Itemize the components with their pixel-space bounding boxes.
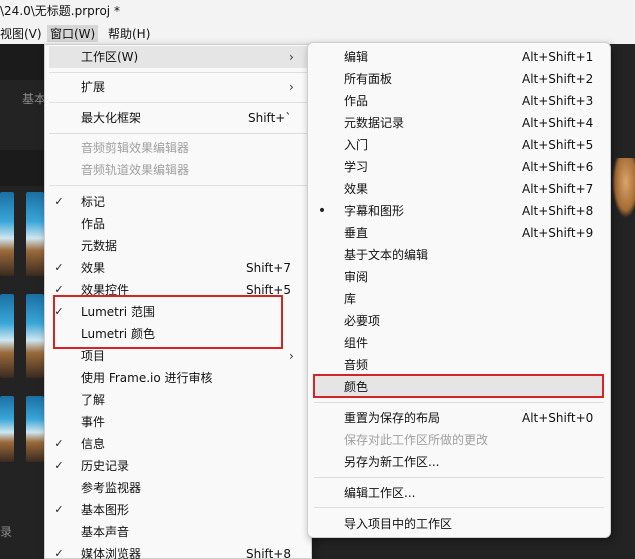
menu-item-essential-graphics[interactable]: ✓ 基本图形: [45, 499, 311, 521]
title-bar: \24.0\无标题.prproj *: [0, 0, 635, 22]
workspace-item-import-from-project[interactable]: 导入项目中的工作区: [308, 513, 610, 535]
separator: [314, 507, 604, 508]
workspace-item-essentials[interactable]: 必要项: [308, 310, 610, 332]
workspace-item-vertical[interactable]: 垂直 Alt+Shift+9: [308, 222, 610, 244]
chevron-right-icon: ›: [289, 349, 294, 363]
panel-divider: [0, 150, 44, 186]
menu-item-metadata[interactable]: 元数据: [45, 235, 311, 257]
menu-item-markers[interactable]: ✓ 标记: [45, 191, 311, 213]
clip-thumbnail[interactable]: [26, 294, 44, 378]
annotation-box-lumetri: [53, 295, 283, 349]
menu-item-frameio-review[interactable]: 使用 Frame.io 进行审核: [45, 367, 311, 389]
separator: [49, 102, 307, 103]
check-icon: ✓: [54, 261, 64, 274]
workspace-item-assembly[interactable]: 组件: [308, 332, 610, 354]
menu-item-events[interactable]: 事件: [45, 411, 311, 433]
workspace-item-effects[interactable]: 效果 Alt+Shift+7: [308, 178, 610, 200]
program-monitor-image: [612, 158, 635, 218]
menu-item-audio-clip-effect-editor: 音频剪辑效果编辑器: [81, 141, 190, 155]
annotation-box-color: [313, 374, 604, 398]
workspace-item-metadata-logging[interactable]: 元数据记录 Alt+Shift+4: [308, 112, 610, 134]
panel-tab-bottom[interactable]: 录: [0, 523, 12, 540]
workspace-item-learning[interactable]: 学习 Alt+Shift+6: [308, 156, 610, 178]
check-icon: ✓: [54, 547, 64, 559]
check-icon: ✓: [54, 437, 64, 450]
separator: [49, 185, 307, 186]
menu-help[interactable]: 帮助(H): [108, 25, 150, 42]
clip-thumbnail[interactable]: [26, 192, 44, 276]
workspace-item-productions[interactable]: 作品 Alt+Shift+3: [308, 90, 610, 112]
menu-item-extensions[interactable]: 扩展 ›: [45, 76, 311, 98]
workspace-item-text-based-editing[interactable]: 基于文本的编辑: [308, 244, 610, 266]
clip-thumbnail[interactable]: [0, 396, 14, 462]
menu-item-audio-track-effect-editor: 音频轨道效果编辑器: [81, 163, 190, 177]
separator: [49, 133, 307, 134]
clip-thumbnail[interactable]: [0, 192, 14, 276]
menu-item-learn[interactable]: 了解: [45, 389, 311, 411]
menu-item-effects[interactable]: ✓ 效果 Shift+7: [45, 257, 311, 279]
clip-thumbnail[interactable]: [0, 294, 14, 378]
workspace-item-edit-workspaces[interactable]: 编辑工作区...: [308, 482, 610, 504]
chevron-right-icon: ›: [289, 80, 294, 94]
check-icon: ✓: [54, 459, 64, 472]
workspace-item-save-changes: 保存对此工作区所做的更改: [344, 433, 489, 447]
menu-view[interactable]: 视图(V): [0, 25, 42, 42]
workspace-submenu: 编辑 Alt+Shift+1 所有面板 Alt+Shift+2 作品 Alt+S…: [307, 42, 611, 538]
menu-item-media-browser[interactable]: ✓ 媒体浏览器 Shift+8: [45, 543, 311, 559]
workspace-item-editing[interactable]: 编辑 Alt+Shift+1: [308, 46, 610, 68]
workspace-item-audio[interactable]: 音频: [308, 354, 610, 376]
workspace-item-all-panels[interactable]: 所有面板 Alt+Shift+2: [308, 68, 610, 90]
separator: [314, 402, 604, 403]
check-icon: ✓: [54, 195, 64, 208]
menu-item-productions[interactable]: 作品: [45, 213, 311, 235]
menu-item-info[interactable]: ✓ 信息: [45, 433, 311, 455]
workspace-item-getting-started[interactable]: 入门 Alt+Shift+5: [308, 134, 610, 156]
panel-tab-basic[interactable]: 基本: [22, 90, 46, 107]
separator: [49, 72, 307, 73]
workspace-item-review[interactable]: 审阅: [308, 266, 610, 288]
workspace-item-libraries[interactable]: 库: [308, 288, 610, 310]
workspace-item-captions-graphics[interactable]: • 字幕和图形 Alt+Shift+8: [308, 200, 610, 222]
menu-item-essential-sound[interactable]: 基本声音: [45, 521, 311, 543]
menu-item-maximize-frame[interactable]: 最大化框架 Shift+`: [45, 107, 311, 129]
workspace-item-save-as-new[interactable]: 另存为新工作区...: [308, 451, 610, 473]
window-title: \24.0\无标题.prproj *: [0, 4, 120, 18]
menu-window[interactable]: 窗口(W): [47, 25, 99, 42]
separator: [314, 477, 604, 478]
workspace-item-reset-saved-layout[interactable]: 重置为保存的布局 Alt+Shift+0: [308, 407, 610, 429]
menu-bar: 视图(V) 窗口(W) 帮助(H): [0, 22, 635, 44]
check-icon: ✓: [54, 503, 64, 516]
clip-thumbnail[interactable]: [26, 396, 44, 462]
menu-item-workspace[interactable]: 工作区(W) ›: [45, 46, 311, 68]
menu-item-history[interactable]: ✓ 历史记录: [45, 455, 311, 477]
header-strip: [0, 44, 44, 80]
menu-item-reference-monitor[interactable]: 参考监视器: [45, 477, 311, 499]
bullet-icon: •: [317, 203, 327, 219]
chevron-right-icon: ›: [289, 50, 294, 64]
